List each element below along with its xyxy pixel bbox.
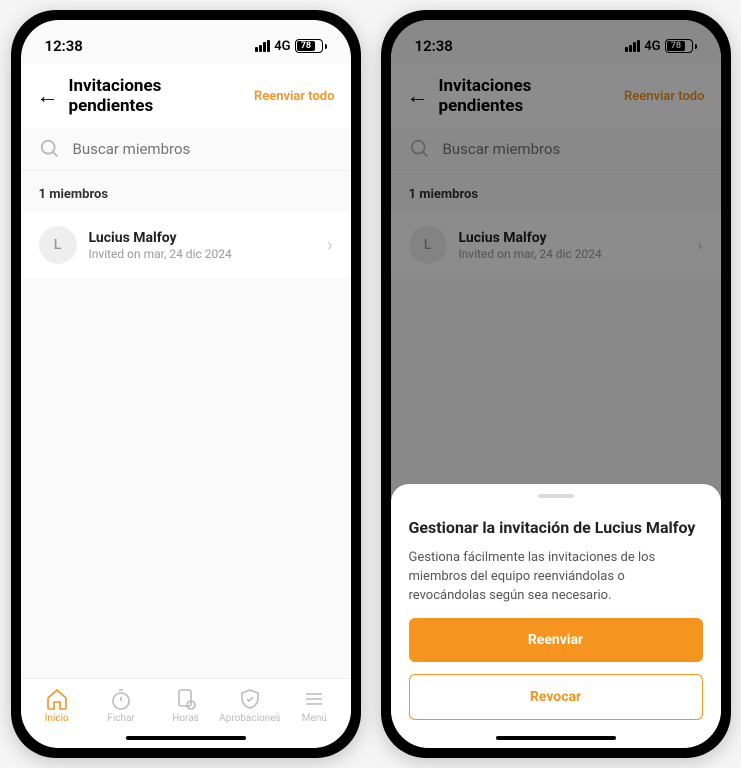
chevron-right-icon: › xyxy=(327,235,332,256)
tab-clock[interactable]: Fichar xyxy=(89,687,153,724)
phone-frame-right: 12:38 4G 78 ← Invitaciones pendientes Re… xyxy=(381,10,731,758)
signal-icon xyxy=(255,40,270,52)
action-sheet: Gestionar la invitación de Lucius Malfoy… xyxy=(391,484,721,748)
search-input[interactable] xyxy=(73,140,333,158)
search-row[interactable] xyxy=(21,128,351,171)
tab-menu[interactable]: Menú xyxy=(282,687,346,724)
home-indicator[interactable] xyxy=(126,736,246,740)
resend-all-button[interactable]: Reenviar todo xyxy=(254,89,335,104)
phone-frame-left: 12:38 4G 78 ← Invitaciones pendientes Re… xyxy=(11,10,361,758)
revoke-button[interactable]: Revocar xyxy=(409,674,703,720)
member-invited-date: Invited on mar, 24 dic 2024 xyxy=(89,247,316,261)
document-clock-icon xyxy=(174,687,198,711)
status-time: 12:38 xyxy=(45,37,83,55)
page-title: Invitaciones pendientes xyxy=(69,76,244,116)
header: ← Invitaciones pendientes Reenviar todo xyxy=(21,64,351,128)
sheet-title: Gestionar la invitación de Lucius Malfoy xyxy=(409,518,703,537)
network-label: 4G xyxy=(274,39,290,54)
avatar: L xyxy=(39,226,77,264)
sheet-grabber[interactable] xyxy=(538,494,574,498)
member-info: Lucius Malfoy Invited on mar, 24 dic 202… xyxy=(89,230,316,261)
tab-hours-label: Horas xyxy=(172,713,199,724)
tab-approvals-label: Aprobaciones xyxy=(219,713,281,724)
sheet-description: Gestiona fácilmente las invitaciones de … xyxy=(409,549,703,606)
back-icon[interactable]: ← xyxy=(37,83,59,109)
empty-content xyxy=(21,278,351,678)
menu-icon xyxy=(302,687,326,711)
status-bar: 12:38 4G 78 xyxy=(21,20,351,64)
screen: 12:38 4G 78 ← Invitaciones pendientes Re… xyxy=(21,20,351,748)
tab-approvals[interactable]: Aprobaciones xyxy=(218,687,282,724)
resend-button[interactable]: Reenviar xyxy=(409,618,703,662)
stopwatch-icon xyxy=(109,687,133,711)
shield-check-icon xyxy=(238,687,262,711)
tab-menu-label: Menú xyxy=(302,713,327,724)
tab-home-label: Inicio xyxy=(45,713,69,724)
members-count-label: 1 miembros xyxy=(21,171,351,212)
screen: 12:38 4G 78 ← Invitaciones pendientes Re… xyxy=(391,20,721,748)
search-icon xyxy=(39,138,61,160)
home-icon xyxy=(45,687,69,711)
tab-home[interactable]: Inicio xyxy=(25,687,89,724)
tab-hours[interactable]: Horas xyxy=(153,687,217,724)
battery-icon: 78 xyxy=(295,39,327,53)
modal-overlay[interactable]: Gestionar la invitación de Lucius Malfoy… xyxy=(391,20,721,748)
home-indicator[interactable] xyxy=(496,736,616,740)
tab-clock-label: Fichar xyxy=(107,713,135,724)
member-name: Lucius Malfoy xyxy=(89,230,316,246)
member-row[interactable]: L Lucius Malfoy Invited on mar, 24 dic 2… xyxy=(21,212,351,278)
status-indicators: 4G 78 xyxy=(255,39,326,54)
